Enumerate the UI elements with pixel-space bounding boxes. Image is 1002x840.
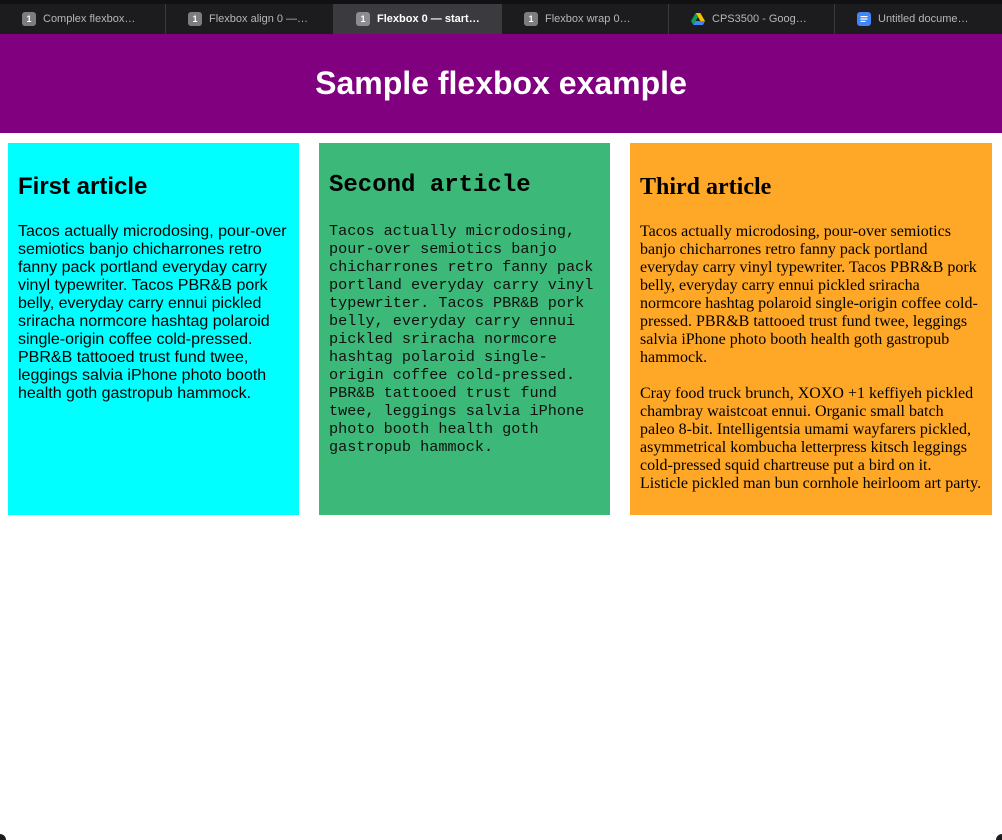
- article-title: Third article: [640, 174, 772, 200]
- second-article: Second article Tacos actually microdosin…: [319, 143, 610, 515]
- window-corner: [996, 834, 1002, 840]
- tab-cps3500-drive[interactable]: CPS3500 - Goog…: [669, 4, 835, 34]
- browser-tab-bar: 1 Complex flexbox… 1 Flexbox align 0 —… …: [0, 0, 1002, 34]
- window-corner: [0, 834, 6, 840]
- tab-flexbox-align[interactable]: 1 Flexbox align 0 —…: [166, 4, 334, 34]
- tab-flexbox-start[interactable]: 1 Flexbox 0 — start…: [334, 4, 502, 34]
- tab-title: CPS3500 - Goog…: [712, 13, 807, 25]
- page-title: Sample flexbox example: [315, 65, 687, 101]
- document-tab-icon: 1: [188, 12, 202, 26]
- article-paragraph: Cray food truck brunch, XOXO +1 keffiyeh…: [640, 385, 982, 492]
- tab-title: Flexbox align 0 —…: [209, 13, 309, 25]
- tab-title: Untitled docume…: [878, 13, 969, 25]
- page-header: Sample flexbox example: [0, 34, 1002, 133]
- google-drive-icon: [691, 12, 705, 26]
- first-article: First article Tacos actually microdosing…: [8, 143, 299, 515]
- article-paragraph: Tacos actually microdosing, pour-over se…: [329, 222, 594, 456]
- tab-complex-flexbox[interactable]: 1 Complex flexbox…: [0, 4, 166, 34]
- article-title: Second article: [329, 172, 531, 199]
- document-tab-icon: 1: [22, 12, 36, 26]
- article-paragraph: Tacos actually microdosing, pour-over se…: [18, 223, 287, 402]
- google-docs-icon: [857, 12, 871, 26]
- article-paragraph: Tacos actually microdosing, pour-over se…: [640, 223, 978, 366]
- tab-untitled-document[interactable]: Untitled docume…: [835, 4, 1002, 34]
- tab-flexbox-wrap[interactable]: 1 Flexbox wrap 0…: [502, 4, 669, 34]
- tab-title: Flexbox 0 — start…: [377, 13, 480, 25]
- tab-title: Flexbox wrap 0…: [545, 13, 631, 25]
- third-article: Third article Tacos actually microdosing…: [630, 143, 992, 515]
- article-title: First article: [18, 173, 148, 200]
- document-tab-icon: 1: [356, 12, 370, 26]
- tab-title: Complex flexbox…: [43, 13, 136, 25]
- document-tab-icon: 1: [524, 12, 538, 26]
